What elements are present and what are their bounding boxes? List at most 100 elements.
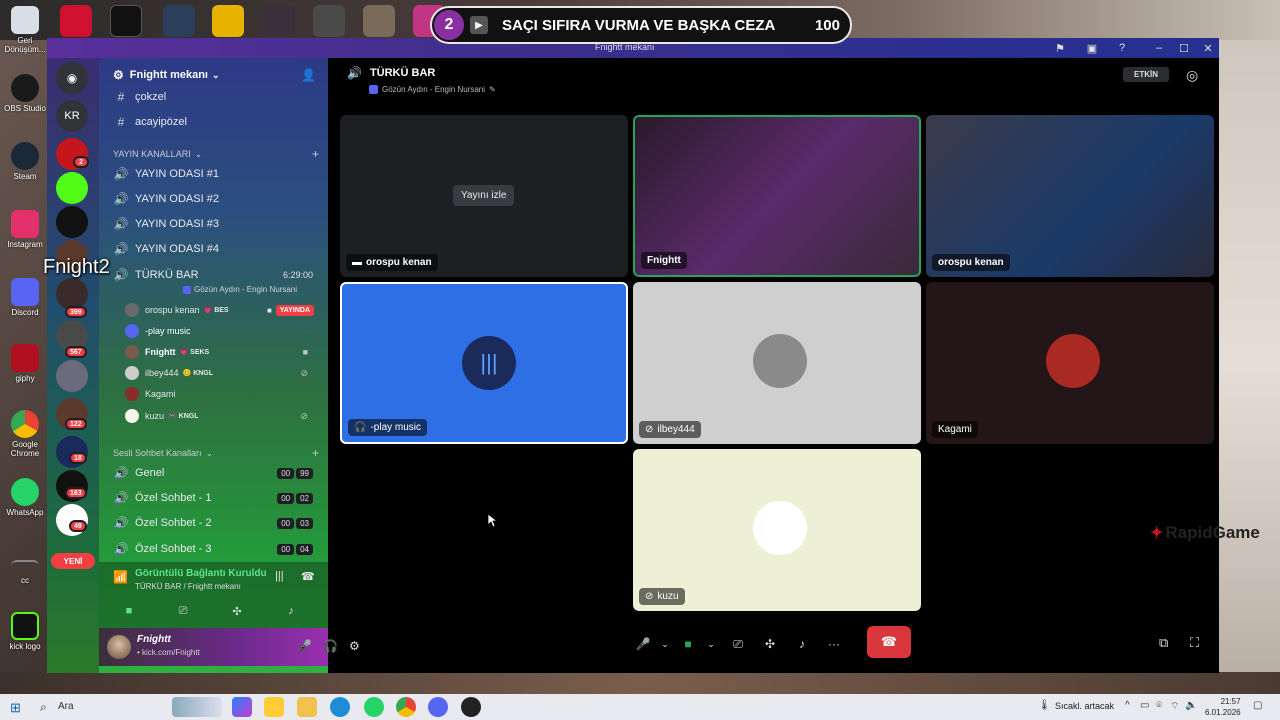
whatsapp-icon[interactable]: WhatsApp <box>4 478 46 517</box>
flag-icon[interactable]: ⚑ <box>1052 40 1068 56</box>
signal-icon[interactable]: 📶 <box>113 570 128 584</box>
notifications-icon[interactable]: ▢ <box>1253 700 1262 711</box>
obs-icon[interactable]: OBS Studio <box>4 74 46 113</box>
inbox-icon[interactable]: ◎ <box>1186 67 1198 84</box>
obs-taskbar-icon[interactable] <box>461 697 481 717</box>
video-tile-orospu-kenan[interactable]: orospu kenan <box>926 115 1214 277</box>
channel-yayin-1[interactable]: 🔊 YAYIN ODASI #1 <box>107 163 321 185</box>
microphone-icon[interactable]: 🎤 <box>297 639 312 653</box>
volume-icon[interactable]: 🔈 <box>1185 700 1197 711</box>
clock[interactable]: 21:57 6.01.2026 <box>1205 696 1241 718</box>
share-screen-button[interactable]: ⎚ <box>157 600 209 622</box>
video-tile-ilbey444[interactable]: ⊘ ilbey444 <box>633 282 921 444</box>
windows-start-icon[interactable]: ⊞ <box>10 700 21 716</box>
server-icon-2[interactable] <box>56 172 88 204</box>
search-highlight-icon[interactable] <box>172 697 222 717</box>
member-orospu-kenan[interactable]: orospu kenan 💗 BES ■ YAYINDA <box>125 300 320 320</box>
member-kuzu[interactable]: kuzu 🎮 KNGL ⊘ <box>125 406 320 426</box>
network-icon[interactable]: ▭ <box>1140 700 1149 711</box>
taskbar-search[interactable]: Ara <box>58 701 74 712</box>
weather-text[interactable]: Sıcakl. artacak <box>1055 701 1114 711</box>
popout-icon[interactable]: ⧉ <box>1159 635 1168 651</box>
giphy-icon[interactable]: giphy <box>4 344 46 383</box>
video-tile-play-music[interactable]: ||| 🎧 -play music <box>340 282 628 444</box>
game-icon[interactable] <box>163 5 195 37</box>
video-tile-fnightt[interactable]: Fnightt <box>633 115 921 277</box>
new-badge[interactable]: YENİ <box>51 553 95 569</box>
channel-ozel-2[interactable]: 🔊 Özel Sohbet - 2 00 03 <box>107 512 321 534</box>
steam-icon[interactable]: Steam <box>4 142 46 181</box>
channel-ozel-3[interactable]: 🔊 Özel Sohbet - 3 00 04 <box>107 538 321 560</box>
add-channel-icon[interactable]: + <box>312 446 319 460</box>
noise-suppression-icon[interactable]: ||| <box>275 570 284 582</box>
stage-subtitle[interactable]: Gözün Aydın - Engin Nursani ✎ <box>369 85 496 94</box>
rockstar-icon[interactable] <box>212 5 244 37</box>
channel-yayin-4[interactable]: 🔊 YAYIN ODASI #4 <box>107 238 321 260</box>
help-icon[interactable]: ? <box>1114 40 1130 56</box>
category-stream[interactable]: YAYIN KANALLARI ⌄ + <box>113 147 323 161</box>
video-tile-stream[interactable]: Yayını izle ▬ orospu kenan <box>340 115 628 277</box>
app-icon-photo[interactable] <box>363 5 395 37</box>
app-icon-red[interactable] <box>60 5 92 37</box>
edit-icon[interactable]: ✎ <box>489 85 496 94</box>
username[interactable]: Fnightt <box>137 634 171 645</box>
voice-location[interactable]: TÜRKÜ BAR / Fnightt mekanı <box>135 582 241 591</box>
headphones-icon[interactable]: 🎧 <box>323 639 338 653</box>
add-channel-icon[interactable]: + <box>312 147 319 161</box>
discord-taskbar-icon[interactable] <box>428 697 448 717</box>
member-play-music[interactable]: -play music ◌ <box>125 321 320 341</box>
member-ilbey444[interactable]: ilbey444 😊 KNGL ⊘ <box>125 363 320 383</box>
chrome-taskbar-icon[interactable] <box>396 697 416 717</box>
discord-home-icon[interactable]: ◉ <box>56 62 88 94</box>
soundboard-button[interactable]: ♪ <box>265 600 317 622</box>
screen-icon[interactable]: ▣ <box>1084 40 1100 56</box>
wifi-icon[interactable]: ⌔ <box>1170 700 1179 713</box>
server-icon-7[interactable] <box>56 360 88 392</box>
more-options-icon[interactable]: ··· <box>818 629 850 659</box>
store-icon[interactable] <box>264 697 284 717</box>
fullscreen-icon[interactable]: ⛶ <box>1190 635 1199 651</box>
disconnect-icon[interactable]: ☎ <box>301 570 315 583</box>
activity-button[interactable]: ✣ <box>754 629 786 659</box>
instagram-icon[interactable]: Instagram <box>4 210 46 249</box>
app-icon-grey[interactable] <box>313 5 345 37</box>
channel-ozel-1[interactable]: 🔊 Özel Sohbet - 1 00 02 <box>107 487 321 509</box>
chevron-down-icon[interactable]: ⌄ <box>654 629 676 659</box>
channel-yayin-3[interactable]: 🔊 YAYIN ODASI #3 <box>107 213 321 235</box>
server-kr[interactable]: KR <box>56 100 88 132</box>
channel-yayin-2[interactable]: 🔊 YAYIN ODASI #2 <box>107 188 321 210</box>
channel-acayipozel[interactable]: # acayipözel <box>107 111 321 133</box>
recycle-bin-icon[interactable]: Geri Dönüşüm... <box>4 6 46 54</box>
server-icon-3[interactable] <box>56 206 88 238</box>
video-tile-kagami[interactable]: Kagami <box>926 282 1214 444</box>
edge-icon[interactable] <box>330 697 350 717</box>
channel-genel[interactable]: 🔊 Genel 00 99 <box>107 462 321 484</box>
member-fnightt[interactable]: Fnightt 💗 SEKS ■ <box>125 342 320 362</box>
discord-icon[interactable]: Discord <box>4 278 46 317</box>
invite-people-icon[interactable]: 👤 <box>301 68 316 82</box>
copilot-icon[interactable] <box>232 697 252 717</box>
channel-cokozel[interactable]: # çokzel <box>107 86 321 108</box>
share-screen-button[interactable]: ⎚ <box>722 629 754 659</box>
app-icon-dark[interactable] <box>263 5 295 37</box>
chrome-icon[interactable]: Google Chrome <box>4 410 46 458</box>
activity-tag[interactable]: ETKİN <box>1123 67 1169 82</box>
hang-up-button[interactable]: ☎ <box>867 626 911 658</box>
settings-gear-icon[interactable]: ⚙ <box>349 639 360 653</box>
avatar[interactable] <box>107 635 131 659</box>
camera-button[interactable]: ■ <box>676 629 700 659</box>
minimize-icon[interactable]: – <box>1151 40 1167 56</box>
kick-logo-icon[interactable]: kick logo <box>4 612 46 651</box>
capcut-icon[interactable] <box>110 5 142 37</box>
chevron-down-icon[interactable]: ⌄ <box>700 629 722 659</box>
video-tile-kuzu[interactable]: ⊘ kuzu <box>633 449 921 611</box>
member-kagami[interactable]: Kagami <box>125 384 320 404</box>
location-icon[interactable]: ⌾ <box>1156 700 1162 711</box>
watch-stream-button[interactable]: Yayını izle <box>453 185 515 206</box>
search-icon[interactable]: ⌕ <box>40 700 47 715</box>
tray-chevron-icon[interactable]: ^ <box>1125 700 1130 711</box>
channel-turku-bar[interactable]: 🔊 TÜRKÜ BAR 6:29:00 <box>107 264 321 286</box>
maximize-icon[interactable]: ☐ <box>1176 40 1192 56</box>
camera-button[interactable]: ■ <box>103 600 155 622</box>
microphone-button[interactable]: 🎤 <box>632 629 654 659</box>
